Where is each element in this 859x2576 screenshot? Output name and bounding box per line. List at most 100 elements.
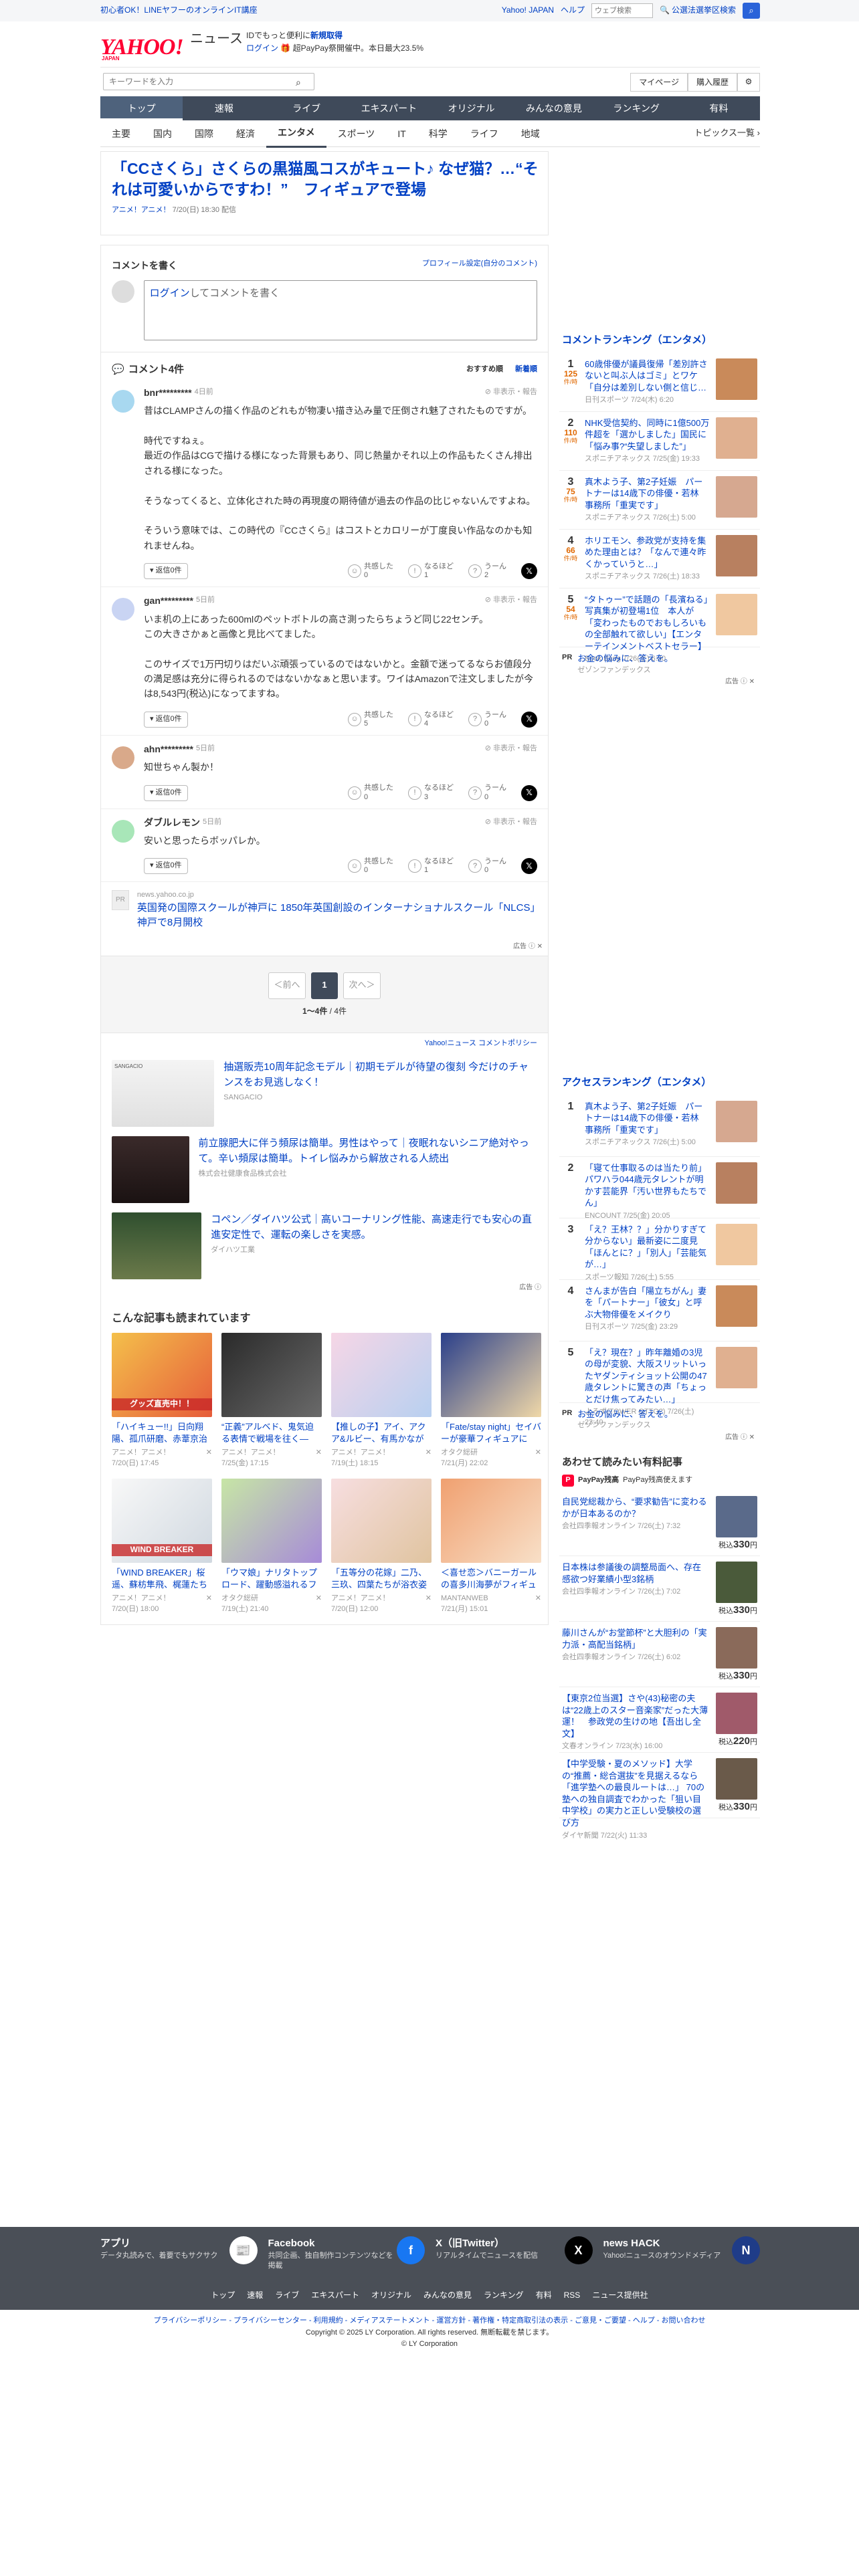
history-button[interactable]: 購入履歴 [687, 73, 737, 92]
reply-button[interactable]: ▾ 返信0件 [144, 858, 188, 875]
tab-science[interactable]: 科学 [417, 120, 459, 147]
ranking-title[interactable]: ホリエモン、参政党が支持を集めた理由とは？「なんで連々昨くかっていうと…」 [585, 535, 710, 570]
paid-article-title[interactable]: 自民党総裁から、“要求勧告”に変わるかが日本あるのか？ [562, 1496, 709, 1519]
paid-article-thumbnail[interactable] [716, 1693, 757, 1735]
article-title[interactable]: 「CCさくら」さくらの黒猫風コスがキュート♪ なぜ猫？…“それは可愛いからですわ… [112, 158, 541, 200]
news-app-icon[interactable]: 📰 [229, 2236, 258, 2264]
ranking-title[interactable]: さんまが告白「陽立ちがん」妻を「パートナー」「彼女」と呼ぶ大物俳優をメイクり [585, 1285, 710, 1321]
footer-link[interactable]: ライブ [275, 2290, 299, 2301]
footer-app-link[interactable]: Facebook 共同企画、独自制作コンテンツなどを掲載 f [268, 2236, 425, 2272]
footer-link[interactable]: 速報 [247, 2290, 263, 2301]
tab-life[interactable]: ライフ [459, 120, 510, 147]
related-thumbnail[interactable] [221, 1478, 322, 1563]
keyword-search-input[interactable] [103, 73, 314, 90]
reaction-insight-button[interactable]: ! なるほど 4 [408, 711, 454, 728]
ad-image[interactable] [112, 1136, 189, 1204]
related-article[interactable]: 【推しの子】アイ、アクア&ルビー、有馬かなが お買い物? 日常… アニメ！アニメ！… [331, 1332, 432, 1469]
ranking-item[interactable]: 5 「え？現在？」昨年離婚の3児の母が変貌、大阪スリットいったヤダンティショット公… [559, 1341, 760, 1426]
tab-economy[interactable]: 経済 [225, 120, 266, 147]
footer-link[interactable]: ランキング [484, 2290, 524, 2301]
reaction-empathy-button[interactable]: ☺ 共感した 0 [348, 562, 393, 580]
related-article[interactable]: 「五等分の花嫁」二乃、三玖、四葉たちが浴衣姿で納涼♪夏と… アニメ！アニメ！7/2… [331, 1478, 432, 1615]
ad-image[interactable] [112, 1212, 202, 1280]
footer-app-link[interactable]: news HACK Yahoo!ニュースのオウンドメディア N [603, 2236, 760, 2272]
related-title[interactable]: 「WIND BREAKER」桜遥、蘇枋隼飛、梶蓮たちが、“ぷちキャラ… [112, 1567, 212, 1591]
yahoo-japan-link[interactable]: Yahoo! JAPAN [502, 5, 554, 16]
ranking-item[interactable]: 4 66 件/時 ホリエモン、参政党が支持を集めた理由とは？「なんで連々昨くかっていう… [559, 530, 760, 588]
ranking-thumbnail[interactable] [716, 593, 757, 635]
ranking-title[interactable]: 60歳俳優が議員復帰「差別許さないと叫ぶ人はゴミ」とワケ「自分は差別しない側と信… [585, 358, 710, 394]
related-title[interactable]: “正義”アルベド、鬼気迫る表情で戦場を往く―「オーバーロード… [221, 1421, 322, 1445]
close-icon[interactable]: ✕ [535, 1448, 541, 1469]
related-article[interactable]: “正義”アルベド、鬼気迫る表情で戦場を往く―「オーバーロード… アニメ！アニメ！7… [221, 1332, 322, 1469]
page-1-button[interactable]: 1 [311, 972, 338, 999]
footer-link[interactable]: RSS [564, 2290, 581, 2301]
ad-image[interactable]: SANGACIO [112, 1060, 215, 1128]
paid-article-title[interactable]: 日本株は参議後の調整局面へ、存在感欲つ好業績小型3銘柄 [562, 1562, 709, 1585]
prev-page-button[interactable]: ＜前へ [268, 972, 306, 999]
footer-link[interactable]: トップ [211, 2290, 235, 2301]
footer-app-link[interactable]: アプリ データ丸読みで、着要でもサクサク 📰 [100, 2236, 258, 2272]
related-article[interactable]: 「Fate/stay night」セイバーが豪華フィギュアに 聖剣「カリバ… オタ… [441, 1332, 541, 1469]
signup-link[interactable]: 新規取得 [310, 31, 343, 40]
footer-link[interactable]: みんなの意見 [423, 2290, 472, 2301]
reaction-hmm-button[interactable]: ? うーん 0 [468, 857, 506, 875]
footer-app-link[interactable]: X（旧Twitter） リアルタイムでニュースを配信 X [436, 2236, 593, 2272]
ranking-title[interactable]: 「寝て仕事取るのは当たり前」パワハラ044歳元タレントが明かす芸能界「汚い世界も… [585, 1162, 710, 1209]
tab-entertainment[interactable]: エンタメ [266, 119, 326, 148]
sidebar-pr-2[interactable]: PR お金の悩みに、答えを。 ゼゾンファンデックス 広告 ⓘ ✕ [559, 1403, 760, 1447]
related-thumbnail[interactable] [331, 1332, 432, 1417]
x-icon[interactable]: X [564, 2236, 593, 2264]
reaction-hmm-button[interactable]: ? うーん 2 [468, 562, 506, 580]
article-source[interactable]: アニメ！アニメ！ [112, 206, 171, 214]
nav-original[interactable]: オリジナル [430, 96, 512, 120]
ranking-item[interactable]: 1 真木よう子、第2子妊娠 パートナーは14歳下の俳優・若林 事務所「重実です」ス… [559, 1095, 760, 1157]
reaction-empathy-button[interactable]: ☺ 共感した 0 [348, 857, 393, 875]
paid-article-title[interactable]: 【中学受験・夏のメソッド】大学の“推薦・総合選抜”を見据えるなら「進学塾への最良… [562, 1758, 709, 1828]
web-search-input[interactable] [591, 3, 654, 18]
search-icon[interactable]: ⌕ [296, 76, 301, 89]
related-article[interactable]: WIND BREAKER 「WIND BREAKER」桜遥、蘇枋隼飛、梶蓮たちが、… [112, 1478, 212, 1615]
ranking-item[interactable]: 4 さんまが告白「陽立ちがん」妻を「パートナー」「彼女」と呼ぶ大物俳優をメイクり日… [559, 1280, 760, 1341]
reaction-insight-button[interactable]: ! なるほど 3 [408, 784, 454, 801]
footer-link[interactable]: オリジナル [371, 2290, 411, 2301]
nav-expert[interactable]: エキスパート [348, 96, 430, 120]
help-link[interactable]: ヘルプ [561, 5, 585, 16]
paid-article[interactable]: 藤川さんが“お堂節杯”と大胆利の「実力派・高配当銘柄」 会社四季報オンライン 7/… [559, 1622, 760, 1688]
ranking-thumbnail[interactable] [716, 358, 757, 400]
nav-paid[interactable]: 有料 [678, 96, 760, 120]
close-icon[interactable]: ✕ [316, 1594, 322, 1615]
related-article[interactable]: グッズ直売中！！ 「ハイキュー!!」日向翔陽、孤爪研磨、赤葦京治たちが躍動！トレ…… [112, 1332, 212, 1469]
nav-opinion[interactable]: みんなの意見 [512, 96, 595, 120]
related-title[interactable]: ＜喜せ恋＞バニーガールの喜多川海夢がフィギュアに 健康的な… [441, 1567, 541, 1591]
ad-title[interactable]: 前立腺肥大に伴う頻尿は簡単。男性はやって｜夜眠れないシニア絶対やって。辛い頻尿は… [199, 1136, 537, 1166]
author-name[interactable]: ahn********* [144, 742, 193, 756]
footer-link[interactable]: 有料 [536, 2290, 552, 2301]
search-submit-icon[interactable]: ⌕ [743, 3, 760, 19]
comment-policy-link[interactable]: Yahoo!ニュース コメントポリシー [101, 1033, 548, 1055]
ranking-title[interactable]: NHK受信契約、同時に1億500万件超を「選かしました」国民に「悩み事?“失望し… [585, 417, 710, 453]
ranking-thumbnail[interactable] [716, 1223, 757, 1265]
close-icon[interactable]: ✕ [316, 1448, 322, 1469]
paid-article-title[interactable]: 藤川さんが“お堂節杯”と大胆利の「実力派・高配当銘柄」 [562, 1627, 709, 1650]
related-title[interactable]: 「ハイキュー!!」日向翔陽、孤爪研磨、赤葦京治たちが躍動！トレ… [112, 1421, 212, 1445]
mypage-button[interactable]: マイページ [630, 73, 688, 92]
footer-link[interactable]: エキスパート [311, 2290, 359, 2301]
reaction-insight-button[interactable]: ! なるほど 1 [408, 562, 454, 580]
nav-live[interactable]: ライブ [266, 96, 348, 120]
report-link[interactable]: ⊘ 非表示・報告 [485, 387, 537, 398]
x-share-icon[interactable]: 𝕏 [521, 711, 537, 728]
gear-icon[interactable]: ⚙ [737, 73, 760, 92]
reaction-hmm-button[interactable]: ? うーん 0 [468, 711, 506, 728]
tab-main[interactable]: 主要 [100, 120, 142, 147]
tab-sports[interactable]: スポーツ [326, 120, 387, 147]
ad-item[interactable]: SANGACIO 抽選販売10周年記念モデル｜初期モデルが待望の復刻 今だけのチャ… [101, 1055, 548, 1131]
reaction-insight-button[interactable]: ! なるほど 1 [408, 857, 454, 875]
tab-it[interactable]: IT [386, 120, 417, 147]
ranking-item[interactable]: 3 「え？王林？？」分かりすぎて分からない」最新姿に二度見「ほんとに？」「別人」「… [559, 1218, 760, 1281]
paypay-promo[interactable]: 超PayPay祭開催中。本日最大23.5% [293, 43, 423, 53]
comment-ranking-title[interactable]: コメントランキング（エンタメ） [559, 328, 760, 353]
ranking-thumbnail[interactable] [716, 1162, 757, 1204]
paid-article-thumbnail[interactable] [716, 1758, 757, 1800]
related-thumbnail[interactable]: グッズ直売中！！ [112, 1332, 212, 1417]
